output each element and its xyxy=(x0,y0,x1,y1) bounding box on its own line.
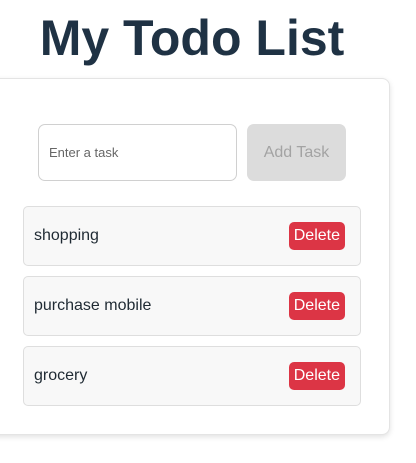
delete-button[interactable]: Delete xyxy=(288,292,345,320)
page-title: My Todo List xyxy=(39,10,345,66)
task-text: shopping xyxy=(34,227,99,244)
delete-button[interactable]: Delete xyxy=(288,362,345,390)
todo-app: My Todo List Add Task shopping Delete pu… xyxy=(0,0,416,463)
task-text: grocery xyxy=(34,367,88,384)
task-text: purchase mobile xyxy=(34,297,152,314)
task-item: purchase mobile Delete xyxy=(23,276,361,336)
delete-button[interactable]: Delete xyxy=(288,222,345,250)
task-item: grocery Delete xyxy=(23,346,361,406)
task-item: shopping Delete xyxy=(23,206,361,266)
task-list: shopping Delete purchase mobile Delete g… xyxy=(23,206,361,416)
add-task-button[interactable]: Add Task xyxy=(247,124,346,181)
task-input[interactable] xyxy=(38,124,237,181)
